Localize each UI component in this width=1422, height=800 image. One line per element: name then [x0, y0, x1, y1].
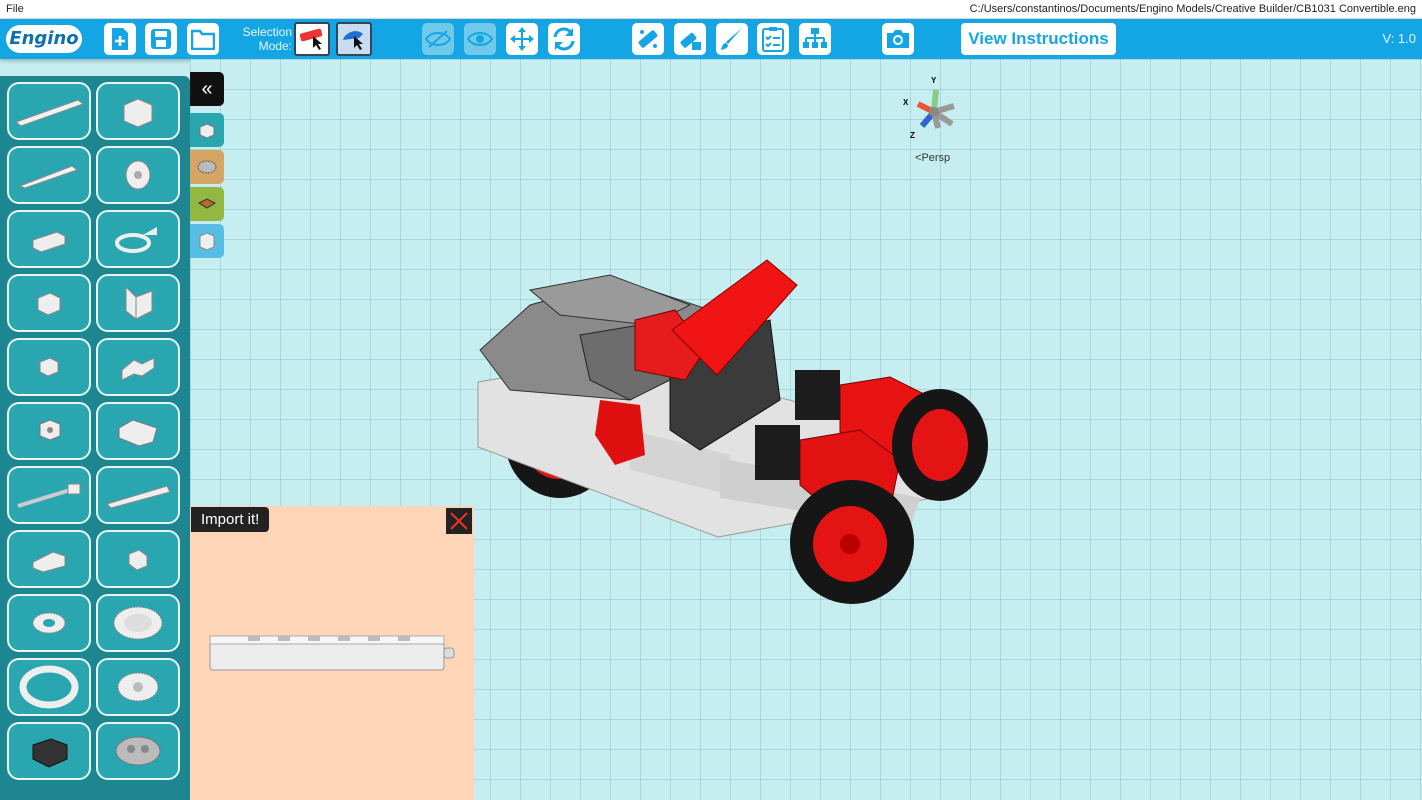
save-button[interactable] — [145, 23, 177, 55]
part-rack-gear[interactable] — [96, 466, 180, 524]
category-electronics[interactable] — [190, 187, 224, 221]
select-group-icon — [343, 31, 363, 50]
part-crown-gear[interactable] — [96, 658, 180, 716]
file-path: C:/Users/constantinos/Documents/Engino M… — [969, 3, 1416, 15]
paint-button[interactable] — [716, 23, 748, 55]
checklist-button[interactable] — [757, 23, 789, 55]
view-instructions-button[interactable]: View Instructions — [961, 23, 1116, 55]
preview-part-long-beam — [209, 635, 455, 671]
checklist-icon — [762, 27, 784, 52]
persp-label: Persp — [921, 152, 951, 164]
paint-icon — [721, 28, 742, 50]
category-gears[interactable] — [190, 150, 224, 184]
part-medium-beam[interactable] — [7, 146, 91, 204]
axis-z-label: Z — [910, 131, 915, 140]
collapse-panel-button[interactable]: « — [190, 72, 224, 106]
front-right-wheel[interactable] — [892, 389, 988, 501]
hide-button[interactable] — [422, 23, 454, 55]
open-button[interactable] — [187, 23, 219, 55]
rotate-button[interactable] — [548, 23, 580, 55]
part-triple-connector[interactable] — [96, 338, 180, 396]
select-group-button[interactable] — [336, 22, 372, 56]
axis-y-label: Y — [931, 76, 937, 85]
selection-label-line2: Mode: — [258, 39, 292, 53]
connect-button[interactable] — [632, 23, 664, 55]
show-icon — [467, 32, 493, 46]
hide-icon — [425, 30, 451, 48]
part-ring-gear[interactable] — [7, 658, 91, 716]
file-menu[interactable]: File — [6, 3, 24, 15]
parts-panel — [0, 76, 190, 800]
basic-parts-icon — [199, 123, 215, 139]
hierarchy-button[interactable] — [799, 23, 831, 55]
part-slope-block[interactable] — [7, 530, 91, 588]
save-icon — [151, 29, 171, 49]
part-motor-box[interactable] — [7, 722, 91, 780]
rotate-icon — [553, 27, 575, 51]
select-part-icon — [299, 28, 323, 50]
move-icon — [510, 27, 534, 51]
part-cube-connector[interactable] — [7, 274, 91, 332]
part-long-beam[interactable] — [7, 82, 91, 140]
part-double-cross-connector[interactable] — [96, 402, 180, 460]
move-button[interactable] — [506, 23, 538, 55]
category-basic-parts[interactable] — [190, 113, 224, 147]
part-large-gear[interactable] — [96, 594, 180, 652]
selection-mode-label: Selection Mode: — [232, 25, 292, 53]
engino-logo: Engino — [6, 25, 82, 53]
version-label: V: 1.0 — [1382, 31, 1416, 46]
disconnect-button[interactable] — [674, 23, 706, 55]
part-angle-block[interactable] — [96, 82, 180, 140]
part-gear-box[interactable] — [96, 722, 180, 780]
category-storage[interactable] — [190, 224, 224, 258]
part-small-gear[interactable] — [7, 594, 91, 652]
menu-bar: File C:/Users/constantinos/Documents/Eng… — [0, 0, 1422, 19]
projection-toggle[interactable]: <Persp — [915, 152, 950, 164]
storage-icon — [199, 232, 215, 251]
open-folder-icon — [191, 29, 215, 50]
part-cross-connector[interactable] — [7, 402, 91, 460]
part-pulley-wheel[interactable] — [96, 146, 180, 204]
hierarchy-icon — [803, 28, 827, 48]
part-hook-connector[interactable] — [96, 210, 180, 268]
close-icon — [450, 512, 468, 530]
new-file-icon — [112, 28, 128, 50]
axis-x-label: X — [903, 98, 909, 107]
close-import-button[interactable] — [446, 508, 472, 534]
connect-icon — [638, 30, 658, 48]
part-short-beam[interactable] — [7, 210, 91, 268]
import-preview-panel: Import it! — [190, 506, 474, 800]
show-button[interactable] — [464, 23, 496, 55]
import-button[interactable]: Import it! — [191, 507, 270, 532]
disconnect-icon — [680, 32, 701, 50]
part-axle-rod[interactable] — [7, 466, 91, 524]
gears-icon — [197, 160, 217, 174]
axis-gizmo[interactable]: Y X Z <Persp — [900, 76, 970, 166]
part-hinge-plate[interactable] — [96, 274, 180, 332]
screenshot-button[interactable] — [882, 23, 914, 55]
electronics-icon — [197, 198, 217, 209]
double-chevron-left-icon: « — [201, 77, 213, 100]
part-small-connector[interactable] — [7, 338, 91, 396]
new-file-button[interactable] — [104, 23, 136, 55]
part-joint-connector[interactable] — [96, 530, 180, 588]
front-left-wheel[interactable] — [790, 480, 914, 604]
main-toolbar: Engino Selection Mode: View Instructions… — [0, 19, 1422, 59]
select-part-button[interactable] — [294, 22, 330, 56]
selection-label-line1: Selection — [242, 25, 292, 39]
camera-icon — [887, 30, 909, 48]
